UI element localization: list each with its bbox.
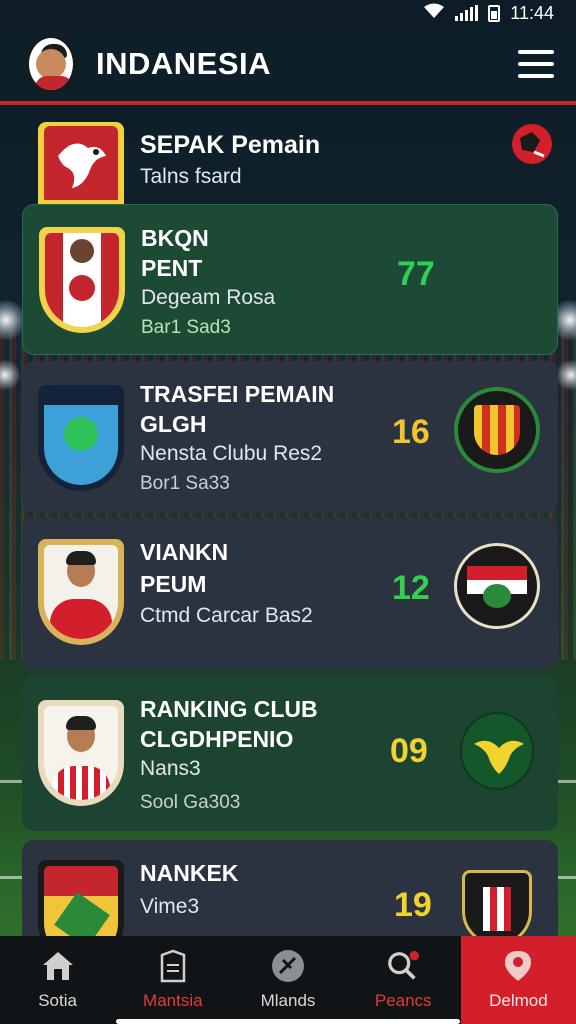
card-title-line2: PEUM: [140, 571, 207, 597]
list-card[interactable]: RANKING CLUB CLGDHPENIO Nans3 Sool Ga303…: [22, 676, 558, 831]
header-divider: [0, 101, 576, 105]
club-crest-icon: [454, 387, 540, 473]
nav-label: Peancs: [374, 991, 432, 1010]
nav-item-home[interactable]: Sotia: [0, 936, 115, 1024]
nav-label: Sotia: [38, 991, 77, 1010]
card-score: 09: [390, 732, 428, 770]
card-title-line2: GLGH: [140, 411, 207, 437]
status-bar: 11:44: [0, 0, 576, 26]
card-subtitle: Vime3: [140, 895, 200, 918]
card-meta: Sool Ga303: [140, 792, 241, 813]
garuda-crest-icon: [460, 712, 534, 790]
card-subtitle: Degeam Rosa: [141, 286, 276, 309]
document-icon: [156, 949, 190, 983]
wifi-icon: [423, 3, 445, 24]
nav-item-search[interactable]: Peancs: [346, 936, 461, 1024]
home-icon: [41, 949, 75, 983]
signal-icon: [455, 5, 479, 21]
card-title-line1: TRASFEI PEMAIN: [140, 381, 335, 407]
card-subtitle: Nans3: [140, 757, 201, 780]
ball-icon: [271, 949, 305, 983]
card-score: 77: [397, 255, 435, 293]
card-title-line1: RANKING CLUB: [140, 696, 318, 722]
club-crest-icon: [454, 543, 540, 629]
club-badge-icon: [38, 385, 124, 491]
card-title-line1: NANKEK: [140, 860, 239, 886]
bottom-nav: Sotia Mantsia Mlands Peancs Delmod: [0, 936, 576, 1024]
ball-icon[interactable]: [512, 124, 552, 164]
card-subtitle: Nensta Clubu Res2: [140, 442, 323, 465]
nav-item-matches[interactable]: Mlands: [230, 936, 345, 1024]
app-logo[interactable]: [26, 35, 76, 93]
list-card[interactable]: TRASFEI PEMAIN GLGH Nensta Clubu Res2 Bo…: [22, 361, 558, 513]
nav-item-news[interactable]: Mantsia: [115, 936, 230, 1024]
app-header: INDANESIA: [0, 26, 576, 102]
card-title-line2: CLGDHPENIO: [140, 726, 294, 752]
menu-button[interactable]: [518, 50, 554, 78]
home-indicator[interactable]: [116, 1019, 460, 1024]
menu-icon: [518, 50, 554, 54]
nav-label: Delmod: [489, 991, 548, 1010]
location-icon: [501, 949, 535, 983]
battery-icon: [488, 4, 501, 22]
card-title-line1: BKQN: [141, 225, 209, 251]
nav-label: Mantsia: [143, 991, 203, 1010]
nav-label: Mlands: [260, 991, 316, 1010]
status-time: 11:44: [510, 2, 554, 23]
app-title: INDANESIA: [96, 46, 272, 81]
list-card[interactable]: BKQN PENT Degeam Rosa Bar1 Sad3 77: [22, 204, 558, 355]
player-badge-icon: [38, 700, 124, 806]
eagle-badge-icon: [38, 122, 124, 204]
card-title-line2: PENT: [141, 255, 203, 281]
card-title-line1: VIANKN: [140, 539, 229, 565]
card-subtitle: Ctmd Carcar Bas2: [140, 604, 313, 627]
top-item[interactable]: SEPAK Pemain Talns fsard: [22, 120, 558, 204]
nav-item-profile[interactable]: Delmod: [460, 936, 576, 1024]
club-badge-icon: [39, 227, 125, 333]
club-crest-icon: [462, 870, 532, 946]
search-icon: [386, 949, 420, 983]
top-item-subtitle: Talns fsard: [140, 165, 242, 188]
card-meta: Bor1 Sa33: [140, 473, 230, 494]
player-badge-icon: [38, 539, 124, 645]
list-card[interactable]: NANKEK Vime3 19: [22, 840, 558, 966]
card-score: 19: [394, 886, 432, 924]
top-item-title: SEPAK Pemain: [140, 131, 321, 159]
card-score: 12: [392, 569, 430, 607]
card-score: 16: [392, 413, 430, 451]
list-card[interactable]: VIANKN PEUM Ctmd Carcar Bas2 12: [22, 517, 558, 669]
card-meta: Bar1 Sad3: [141, 317, 231, 338]
